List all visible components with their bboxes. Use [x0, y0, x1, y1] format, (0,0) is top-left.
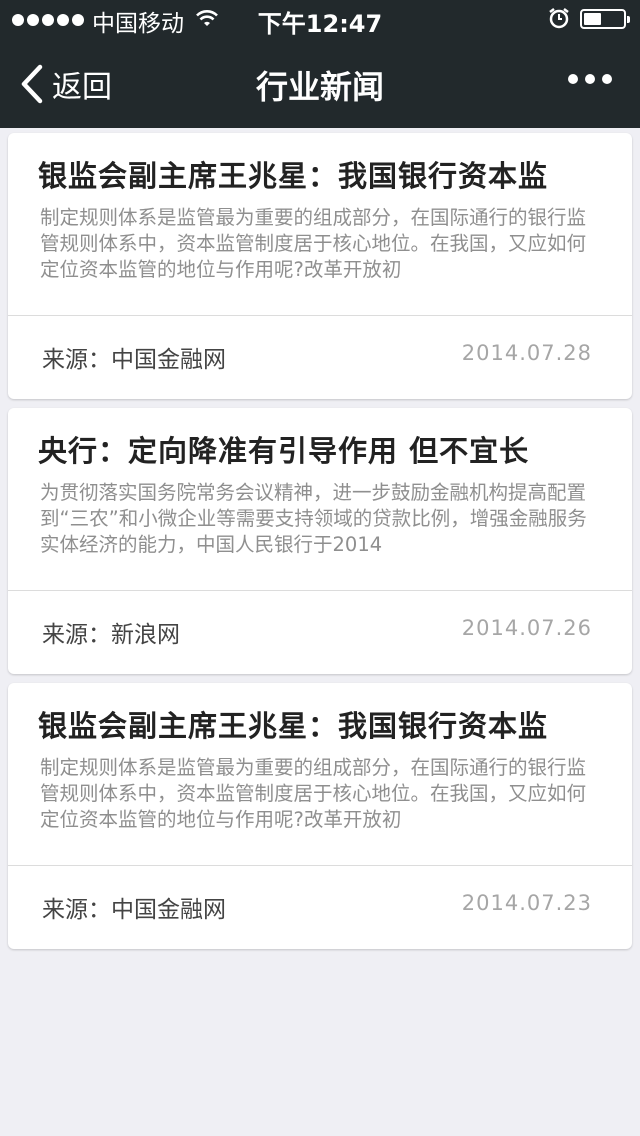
news-source: 来源：中国金融网	[42, 897, 226, 923]
news-source: 来源：新浪网	[42, 622, 180, 648]
news-title: 央行：定向降准有引导作用 但不宜长	[38, 434, 530, 468]
alarm-clock-icon	[549, 8, 569, 29]
news-card[interactable]: 银监会副主席王兆星：我国银行资本监 制定规则体系是监管最为重要的组成部分，在国际…	[8, 133, 632, 399]
news-date: 2014.07.26	[461, 616, 592, 640]
top-bar: 中国移动 下午12:47 返回 行业新闻	[0, 0, 640, 128]
news-list: 银监会副主席王兆星：我国银行资本监 制定规则体系是监管最为重要的组成部分，在国际…	[8, 133, 632, 958]
status-time: 下午12:47	[257, 10, 383, 38]
battery-icon	[580, 9, 630, 29]
news-card[interactable]: 央行：定向降准有引导作用 但不宜长 为贯彻落实国务院常务会议精神，进一步鼓励金融…	[8, 408, 632, 674]
news-date: 2014.07.23	[461, 891, 592, 915]
nav-bar: 返回 行业新闻	[0, 40, 640, 128]
more-button[interactable]	[568, 74, 612, 84]
news-date: 2014.07.28	[461, 341, 592, 365]
card-divider	[8, 315, 632, 316]
battery-level	[584, 13, 602, 25]
status-bar: 中国移动 下午12:47	[0, 0, 640, 40]
news-title: 银监会副主席王兆星：我国银行资本监	[38, 709, 549, 743]
page-title: 行业新闻	[255, 68, 384, 106]
news-title: 银监会副主席王兆星：我国银行资本监	[38, 159, 549, 193]
news-card[interactable]: 银监会副主席王兆星：我国银行资本监 制定规则体系是监管最为重要的组成部分，在国际…	[8, 683, 632, 949]
news-summary: 制定规则体系是监管最为重要的组成部分，在国际通行的银行监管规则体系中，资本监管制…	[40, 206, 587, 281]
card-divider	[8, 865, 632, 866]
news-source: 来源：中国金融网	[42, 347, 226, 373]
card-divider	[8, 590, 632, 591]
news-summary: 制定规则体系是监管最为重要的组成部分，在国际通行的银行监管规则体系中，资本监管制…	[40, 756, 587, 831]
more-dots-icon	[568, 74, 578, 84]
news-summary: 为贯彻落实国务院常务会议精神，进一步鼓励金融机构提高配置到“三农”和小微企业等需…	[40, 481, 587, 556]
